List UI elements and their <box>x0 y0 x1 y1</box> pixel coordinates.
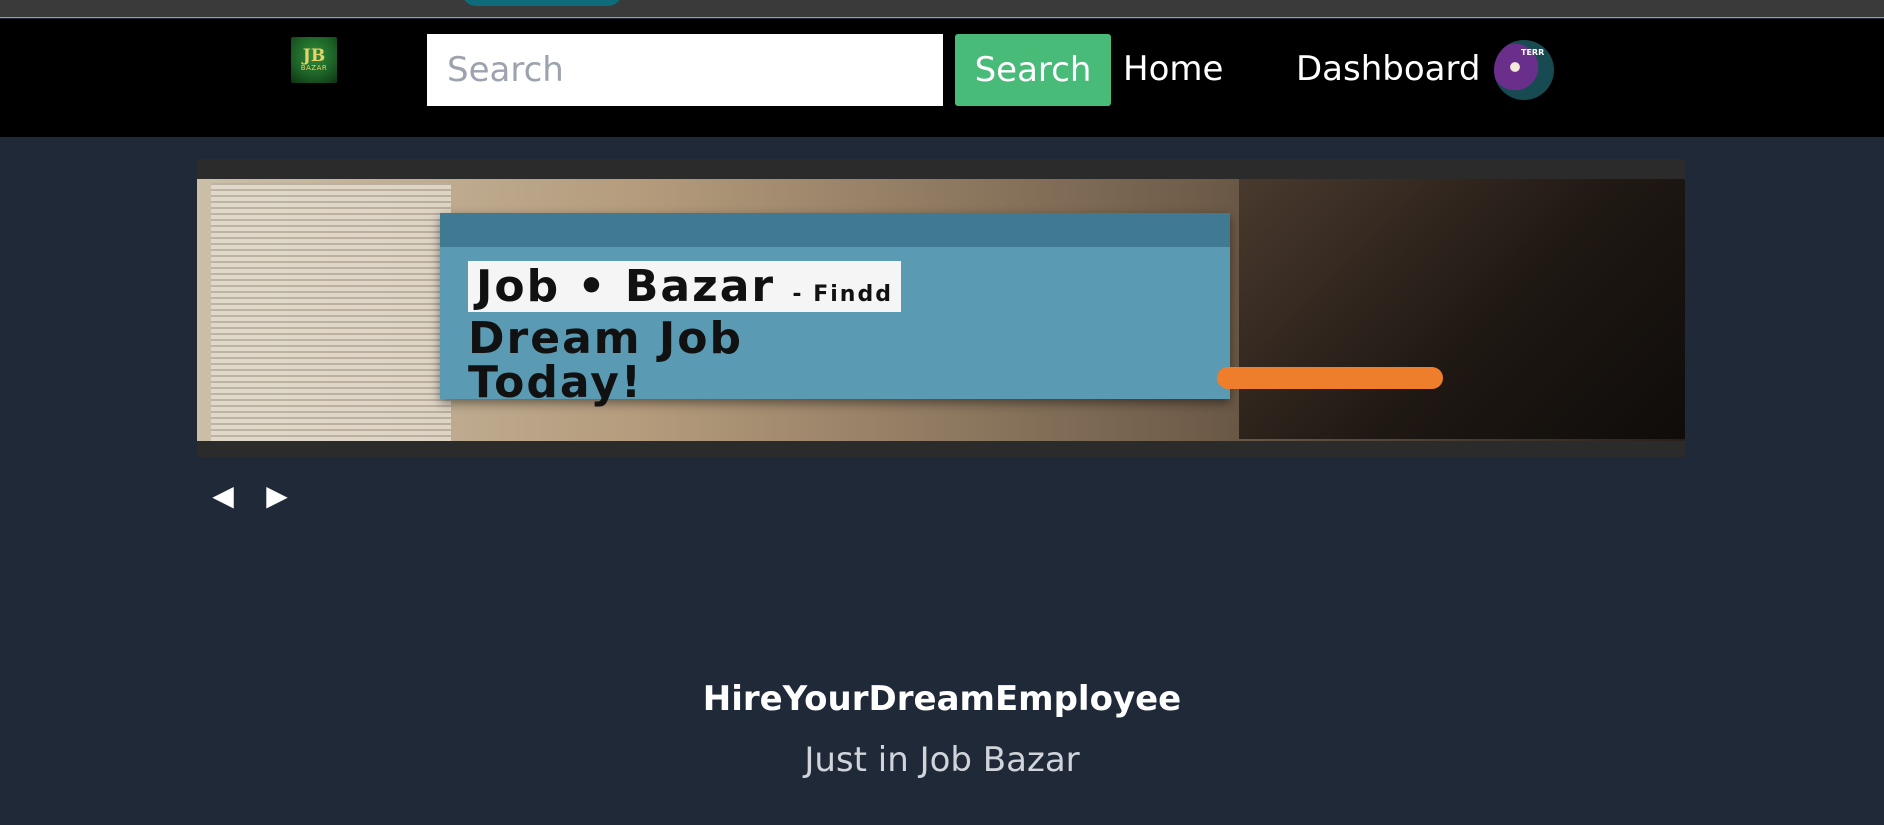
banner-headline-line1: Job • Bazar - Findd <box>468 261 901 312</box>
navbar: JB BAZAR Search Home Dashboard TERR <box>0 19 1884 137</box>
banner-cta-button <box>1217 367 1443 389</box>
carousel-next-arrow-icon[interactable]: ▶ <box>262 480 292 512</box>
browser-top-strip <box>0 0 1884 18</box>
search-button[interactable]: Search <box>955 34 1111 106</box>
banner-bottom-bar <box>197 441 1685 457</box>
banner-card-header <box>440 213 1230 247</box>
search-input[interactable] <box>427 34 943 106</box>
logo[interactable]: JB BAZAR <box>291 37 337 83</box>
banner-paper-texture <box>211 183 451 453</box>
logo-word: BAZAR <box>300 63 328 72</box>
banner-dark-panel <box>1239 179 1685 439</box>
banner-headline-line2: Dream Job <box>468 313 744 364</box>
banner-top-bar <box>197 159 1685 179</box>
logo-mark: JB <box>302 45 326 66</box>
nav-link-home[interactable]: Home <box>1123 47 1223 91</box>
hero-title: HireYourDreamEmployee <box>702 679 1182 719</box>
hero-subtitle: Just in Job Bazar <box>804 740 1080 780</box>
banner-card: Job • Bazar - Findd Dream Job Today! <box>440 213 1230 405</box>
banner-headline-line3: Today! <box>468 357 643 408</box>
carousel-prev-arrow-icon[interactable]: ◀ <box>208 480 238 512</box>
nav-link-dashboard[interactable]: Dashboard <box>1296 47 1480 91</box>
avatar[interactable]: TERR <box>1494 40 1554 100</box>
avatar-badge-text: TERR <box>1521 48 1545 57</box>
browser-tab-indicator[interactable] <box>462 0 622 6</box>
banner-headline: Job • Bazar - Findd Dream Job Today! <box>468 261 901 408</box>
hero-banner-image: Job • Bazar - Findd Dream Job Today! <box>197 159 1685 457</box>
